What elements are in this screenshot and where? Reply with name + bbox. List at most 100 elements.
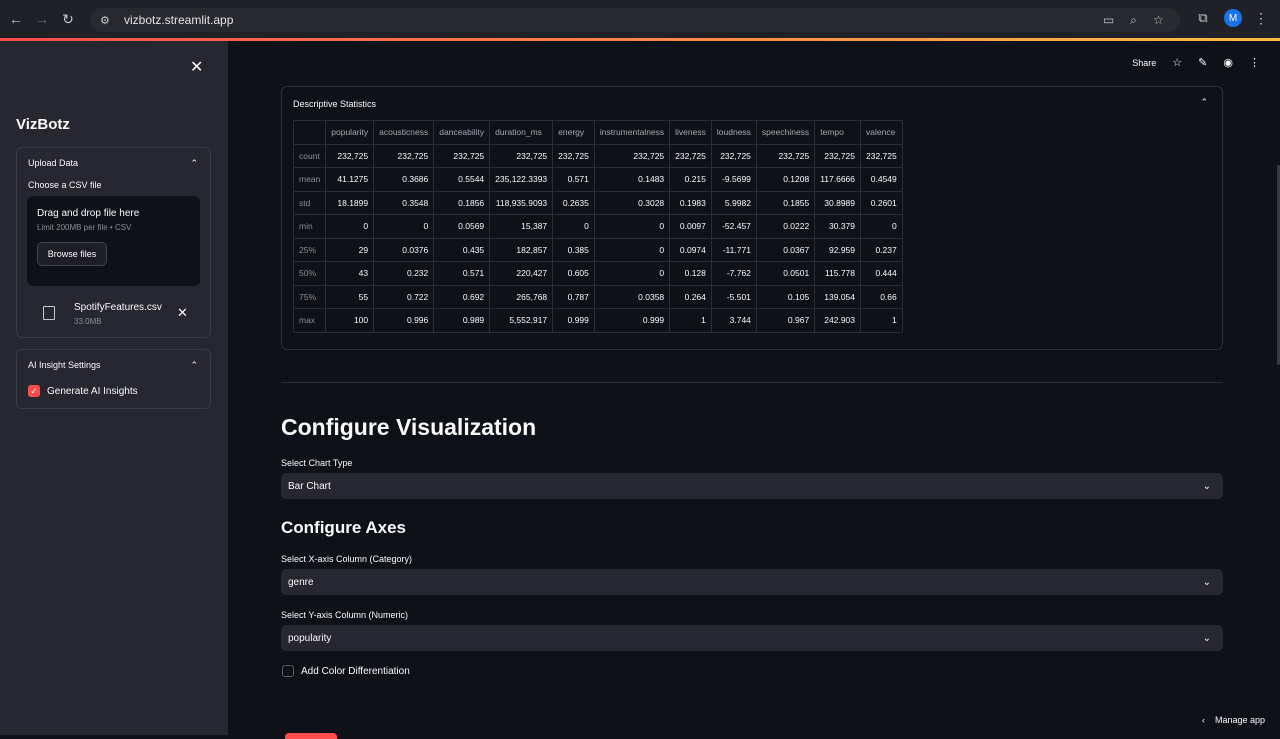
column-header[interactable]: valence	[860, 120, 903, 145]
chevron-up-icon[interactable]: ⌃	[1200, 97, 1208, 108]
url-text[interactable]: vizbotz.streamlit.app	[124, 13, 233, 27]
column-header[interactable]: liveness	[669, 120, 712, 145]
table-cell[interactable]: 0.0974	[669, 237, 712, 262]
edit-pencil-icon[interactable]: ✎	[1198, 56, 1207, 69]
sidebar-close-icon[interactable]: ✕	[190, 57, 203, 77]
share-button[interactable]: Share	[1132, 58, 1156, 68]
row-index[interactable]: std	[292, 190, 327, 215]
table-cell[interactable]: 0.571	[433, 261, 491, 286]
table-cell[interactable]: 0.215	[669, 167, 712, 192]
profile-avatar[interactable]: M	[1224, 9, 1242, 27]
table-cell[interactable]: 182,857	[489, 237, 554, 262]
table-cell[interactable]: -7.762	[710, 261, 757, 286]
table-cell[interactable]: 0.967	[755, 308, 816, 333]
browse-files-button[interactable]: Browse files	[37, 242, 107, 266]
table-cell[interactable]: 30.379	[814, 214, 862, 239]
column-header[interactable]: duration_ms	[489, 120, 554, 145]
table-cell[interactable]: 30.8989	[814, 190, 862, 215]
table-cell[interactable]: 55	[325, 284, 375, 309]
table-cell[interactable]: 0.105	[755, 284, 816, 309]
star-icon[interactable]: ☆	[1172, 56, 1182, 69]
table-cell[interactable]: 3.744	[710, 308, 757, 333]
column-header[interactable]: danceability	[433, 120, 491, 145]
table-cell[interactable]: 0	[593, 237, 671, 262]
table-cell[interactable]: 0	[860, 214, 903, 239]
table-cell[interactable]: 43	[325, 261, 375, 286]
table-cell[interactable]: 0.692	[433, 284, 491, 309]
table-cell[interactable]: 0.996	[373, 308, 435, 333]
back-icon[interactable]: ←	[6, 9, 26, 29]
column-header[interactable]: energy	[552, 120, 595, 145]
table-cell[interactable]: 5.9982	[710, 190, 757, 215]
site-info-icon[interactable]: ⚙	[100, 13, 114, 27]
table-cell[interactable]: 92.959	[814, 237, 862, 262]
browser-menu-icon[interactable]: ⋮	[1254, 10, 1268, 27]
table-cell[interactable]: 139.054	[814, 284, 862, 309]
table-cell[interactable]: 0	[325, 214, 375, 239]
column-header[interactable]: acousticness	[373, 120, 435, 145]
table-cell[interactable]: 0.999	[552, 308, 595, 333]
table-cell[interactable]: 0.3548	[373, 190, 435, 215]
table-cell[interactable]: 0.385	[552, 237, 595, 262]
table-cell[interactable]: 220,427	[489, 261, 554, 286]
table-cell[interactable]: 1	[669, 308, 712, 333]
main-menu-icon[interactable]: ⋮	[1249, 56, 1260, 69]
primary-button-partial[interactable]	[285, 733, 337, 739]
table-cell[interactable]: 0	[593, 261, 671, 286]
row-index[interactable]: 50%	[292, 261, 327, 286]
row-index[interactable]: max	[292, 308, 327, 333]
file-dropzone[interactable]: Drag and drop file here Limit 200MB per …	[27, 196, 200, 286]
table-cell[interactable]: 29	[325, 237, 375, 262]
table-cell[interactable]: 0.4549	[860, 167, 903, 192]
statistics-table[interactable]: popularity acousticness danceability durati…	[292, 120, 903, 333]
row-index[interactable]: count	[292, 143, 327, 168]
table-cell[interactable]: 0.3686	[373, 167, 435, 192]
table-cell[interactable]: 100	[325, 308, 375, 333]
table-cell[interactable]: 0.1483	[593, 167, 671, 192]
row-index[interactable]: min	[292, 214, 327, 239]
table-cell[interactable]: 18.1899	[325, 190, 375, 215]
zoom-icon[interactable]: ⌕	[1126, 13, 1141, 28]
table-cell[interactable]: 41.1275	[325, 167, 375, 192]
install-app-icon[interactable]: ▭	[1101, 13, 1116, 28]
column-header[interactable]: speechiness	[755, 120, 816, 145]
row-index[interactable]: 25%	[292, 237, 327, 262]
table-cell[interactable]: 0	[593, 214, 671, 239]
table-cell[interactable]: 0.237	[860, 237, 903, 262]
manage-app-button[interactable]: ‹ Manage app	[1202, 715, 1265, 725]
extensions-icon[interactable]: ⧉	[1194, 9, 1212, 27]
table-cell[interactable]: 0.66	[860, 284, 903, 309]
table-cell[interactable]: 0.264	[669, 284, 712, 309]
table-cell[interactable]: 118,935.9093	[489, 190, 554, 215]
table-cell[interactable]: 232,725	[593, 143, 671, 168]
address-bar[interactable]: ⚙ vizbotz.streamlit.app ▭ ⌕ ☆	[90, 8, 1180, 32]
table-cell[interactable]: 235,122.3393	[489, 167, 554, 192]
table-cell[interactable]: 0.787	[552, 284, 595, 309]
table-cell[interactable]: 15,387	[489, 214, 554, 239]
table-cell[interactable]: 0.0097	[669, 214, 712, 239]
table-cell[interactable]: 0.435	[433, 237, 491, 262]
upload-data-header[interactable]: Upload Data ⌃	[17, 148, 210, 178]
table-cell[interactable]: 0.0501	[755, 261, 816, 286]
table-cell[interactable]: 0.0222	[755, 214, 816, 239]
checkbox-checked-icon[interactable]: ✓	[28, 385, 40, 397]
ai-insight-header[interactable]: AI Insight Settings ⌃	[17, 350, 210, 380]
generate-ai-insights-checkbox[interactable]: ✓ Generate AI Insights	[28, 382, 210, 400]
table-cell[interactable]: 232,725	[373, 143, 435, 168]
table-cell[interactable]: 232,725	[325, 143, 375, 168]
table-cell[interactable]: 0.2601	[860, 190, 903, 215]
table-cell[interactable]: -5.501	[710, 284, 757, 309]
table-cell[interactable]: 0.444	[860, 261, 903, 286]
table-cell[interactable]: 0.2635	[552, 190, 595, 215]
table-cell[interactable]: -11.771	[710, 237, 757, 262]
table-cell[interactable]: 0.128	[669, 261, 712, 286]
column-header[interactable]: loudness	[710, 120, 757, 145]
table-cell[interactable]: 232,725	[710, 143, 757, 168]
table-cell[interactable]: 0	[552, 214, 595, 239]
table-cell[interactable]: 1	[860, 308, 903, 333]
table-cell[interactable]: 0.5544	[433, 167, 491, 192]
index-header[interactable]	[292, 120, 327, 145]
table-cell[interactable]: 117.6666	[814, 167, 862, 192]
column-header[interactable]: popularity	[325, 120, 375, 145]
table-cell[interactable]: 0	[373, 214, 435, 239]
